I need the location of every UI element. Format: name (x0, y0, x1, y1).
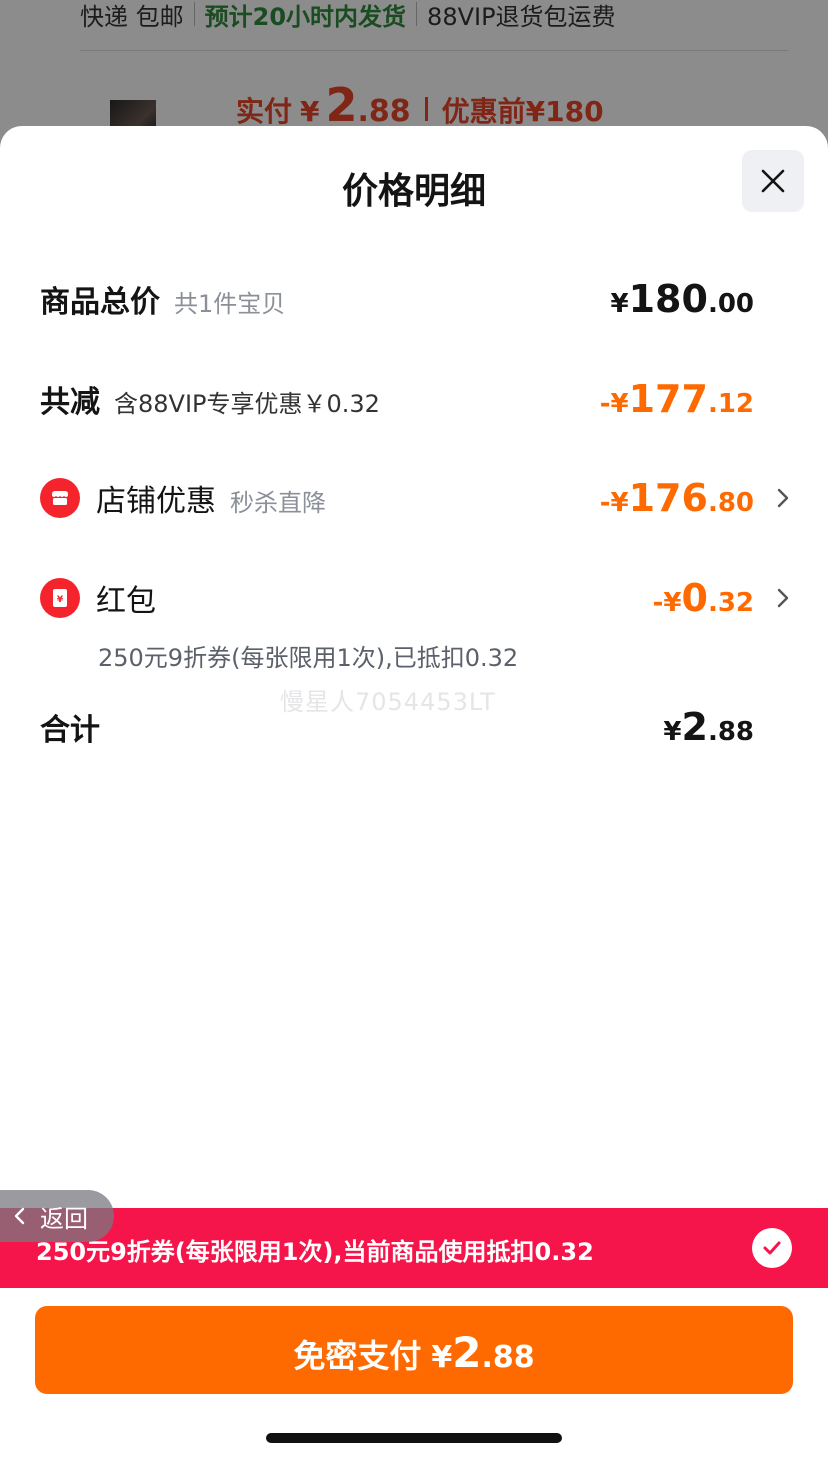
amount-integer: 177 (628, 377, 708, 421)
amount-decimal: .88 (481, 1340, 535, 1375)
coupon-text: 250元9折券(每张限用1次),当前商品使用抵扣0.32 (36, 1238, 594, 1266)
total-price-row: 商品总价 共1件宝贝 ¥ 180 .00 (40, 276, 788, 322)
check-icon[interactable] (752, 1228, 792, 1268)
amount-integer: 176 (628, 476, 708, 520)
close-button[interactable] (742, 150, 804, 212)
coupon-bar[interactable]: 250元9折券(每张限用1次),当前商品使用抵扣0.32 (0, 1208, 828, 1288)
total-discount-amount: -¥ 177 .12 (600, 377, 754, 421)
currency-symbol: -¥ (599, 488, 629, 518)
back-label: 返回 (40, 1204, 88, 1233)
amount-integer: 0 (681, 576, 708, 620)
sum-amount: ¥ 2 .88 (663, 705, 754, 749)
chevron-right-icon (777, 588, 789, 608)
currency-symbol: -¥ (652, 588, 682, 618)
store-discount-label: 店铺优惠 (96, 484, 216, 519)
total-price-amount: ¥ 180 .00 (611, 277, 754, 321)
pay-label: 免密支付 (293, 1337, 422, 1375)
screen: 快递 包邮 预计20小时内发货 88VIP退货包运费 实付 ¥ 2 .88 优惠… (0, 0, 828, 1459)
amount-integer: 2 (452, 1328, 482, 1377)
sum-label: 合计 (40, 713, 100, 748)
currency-symbol: ¥ (663, 717, 682, 747)
red-packet-amount: -¥ 0 .32 (653, 576, 754, 620)
currency-symbol: ¥ (431, 1340, 453, 1375)
chevron-left-icon (14, 1207, 25, 1225)
amount-decimal: .00 (707, 289, 754, 319)
store-discount-row[interactable]: 店铺优惠 秒杀直降 -¥ 176 .80 (40, 474, 789, 522)
sum-row: 合计 ¥ 2 .88 (40, 704, 788, 750)
amount-decimal: .80 (707, 488, 754, 518)
store-discount-type: 秒杀直降 (230, 489, 326, 517)
pay-button[interactable]: 免密支付 ¥ 2 .88 (35, 1306, 793, 1394)
total-discount-label: 共减 (40, 385, 100, 420)
svg-text:¥: ¥ (57, 595, 64, 605)
total-price-label: 商品总价 (40, 285, 160, 320)
currency-symbol: ¥ (610, 289, 629, 319)
chevron-right-icon (777, 488, 789, 508)
red-packet-note: 250元9折券(每张限用1次),已抵扣0.32 (98, 644, 519, 672)
price-detail-sheet: 价格明细 商品总价 共1件宝贝 ¥ 180 .00 共减 含88VIP专享优惠￥… (0, 126, 828, 1459)
vip-discount-note: 含88VIP专享优惠￥0.32 (114, 390, 380, 418)
item-count: 共1件宝贝 (174, 290, 286, 318)
amount-integer: 2 (681, 705, 708, 749)
red-packet-row[interactable]: ¥ 红包 -¥ 0 .32 (40, 574, 789, 622)
total-discount-row: 共减 含88VIP专享优惠￥0.32 -¥ 177 .12 (40, 376, 788, 422)
sheet-title: 价格明细 (341, 171, 486, 212)
red-packet-label: 红包 (96, 584, 156, 619)
amount-decimal: .88 (707, 717, 754, 747)
store-icon (40, 478, 80, 518)
back-button[interactable]: 返回 (0, 1190, 114, 1242)
amount-integer: 180 (628, 277, 708, 321)
amount-decimal: .12 (707, 389, 754, 419)
store-discount-amount: -¥ 176 .80 (600, 476, 754, 520)
home-indicator (266, 1433, 562, 1443)
amount-decimal: .32 (707, 588, 754, 618)
currency-symbol: -¥ (599, 389, 629, 419)
close-icon (761, 169, 785, 193)
red-packet-icon: ¥ (40, 578, 80, 618)
